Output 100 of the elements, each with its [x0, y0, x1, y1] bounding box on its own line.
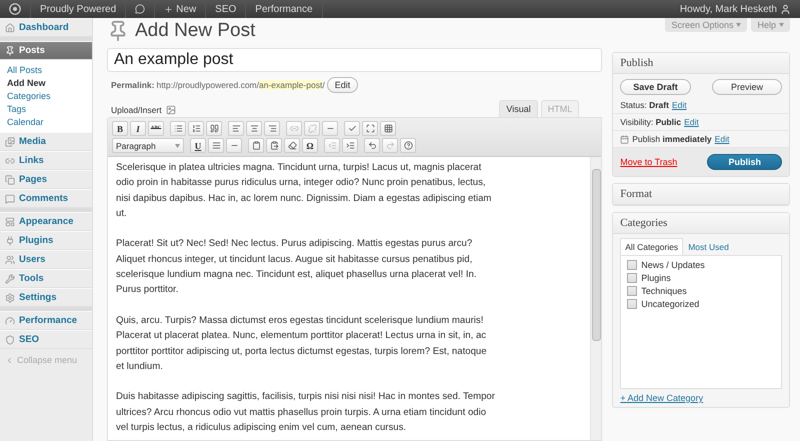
- align-right-button[interactable]: [264, 121, 280, 136]
- align-center-button[interactable]: [246, 121, 262, 136]
- special-character-button[interactable]: Ω: [302, 138, 318, 153]
- account-link[interactable]: Howdy, Mark Hesketh: [670, 0, 800, 18]
- sidebar-item[interactable]: Performance: [0, 311, 92, 330]
- screen-meta-tab[interactable]: Screen Options: [665, 18, 748, 32]
- paragraph: Placerat! Sit ut? Nec! Sed! Nec lectus. Purus adipiscing. Mattis egestas purus arcu? Aliquet rhoncus integer, ut tincidunt lacus. Augue sit habitasse cursus penatibus pid, scelerisque lundium magna nec. Tincidunt est, aliquet phasellus urna placerat vel! In. Purus porttitor.: [116, 237, 478, 298]
- category-tab[interactable]: All Categories: [620, 238, 684, 255]
- preview-button[interactable]: Preview: [712, 79, 782, 95]
- paste-text-button[interactable]: [248, 138, 264, 153]
- admin-bar-link[interactable]: SEO: [206, 0, 246, 18]
- italic-button[interactable]: I: [130, 121, 146, 136]
- justify-button[interactable]: [208, 138, 224, 153]
- scrollbar[interactable]: [590, 157, 602, 440]
- checkbox[interactable]: [627, 273, 638, 283]
- bold-button[interactable]: B: [112, 121, 128, 136]
- fullscreen-button[interactable]: [362, 121, 378, 136]
- speech-bubble-icon: [135, 4, 146, 14]
- sidebar-item[interactable]: Users: [0, 250, 92, 269]
- caret-icon: [175, 144, 180, 148]
- align-right-icon: [268, 124, 276, 133]
- checkbox[interactable]: [627, 299, 638, 309]
- submenu-item[interactable]: All Posts: [0, 63, 92, 76]
- bullet-list-icon: [174, 124, 182, 133]
- paragraph: Quis, arcu. Turpis? Massa dictumst eros egestas tincidunt scelerisque lundium mauris! Placerat ut placerat platea. Nunc, elementum porttitor placerat! Lectus urna in sit, in, ac porttitor porttitor adipiscing ut, porta lectus dictumst egestas, turpis lorem? Est, natoque et lundium.: [116, 314, 488, 374]
- numbered-list-button[interactable]: [188, 121, 204, 136]
- post-title-field[interactable]: An example post: [107, 48, 602, 72]
- category-label: Techniques: [641, 286, 687, 296]
- sidebar-item[interactable]: Media: [0, 132, 92, 151]
- submenu-item[interactable]: Calendar: [0, 115, 92, 128]
- eraser-button[interactable]: [284, 138, 300, 153]
- sidebar-item[interactable]: Tools: [0, 269, 92, 288]
- help-button[interactable]: [400, 138, 416, 153]
- avatar-icon: [780, 4, 791, 14]
- text-color-button[interactable]: [226, 138, 242, 153]
- quote-button[interactable]: [206, 121, 222, 136]
- edit-link[interactable]: Edit: [714, 134, 730, 144]
- pin-icon: [5, 46, 15, 56]
- layout-icon: [5, 216, 15, 226]
- wrench-icon: [5, 274, 15, 284]
- sidebar-item[interactable]: Appearance: [0, 212, 92, 231]
- publish-setting: Status: Draft: [620, 100, 669, 110]
- sidebar-item[interactable]: Links: [0, 151, 92, 170]
- plus-icon: [164, 4, 174, 14]
- indent-button[interactable]: [342, 138, 358, 153]
- underline-button[interactable]: U: [190, 138, 206, 153]
- paste-word-button[interactable]: [266, 138, 282, 153]
- speech-bubble-icon: [5, 194, 15, 204]
- submenu-item[interactable]: Add New: [0, 76, 92, 89]
- align-left-button[interactable]: [228, 121, 244, 136]
- caret-icon: [779, 23, 784, 27]
- spellcheck-icon: [348, 124, 356, 133]
- spellcheck-button[interactable]: [344, 121, 360, 136]
- users-icon: [5, 254, 15, 264]
- format-heading: Format: [613, 184, 789, 205]
- publish-button[interactable]: Publish: [707, 154, 782, 170]
- site-name-link[interactable]: Proudly Powered: [31, 0, 126, 18]
- more-tag-button[interactable]: [322, 121, 338, 136]
- checkbox[interactable]: [627, 286, 638, 296]
- submenu-item[interactable]: Categories: [0, 89, 92, 102]
- screen-meta-tab[interactable]: Help: [751, 18, 790, 32]
- edit-link[interactable]: Edit: [672, 100, 687, 110]
- sidebar-item[interactable]: SEO: [0, 330, 92, 349]
- format-select[interactable]: Paragraph: [112, 138, 184, 153]
- kitchen-sink-button[interactable]: [380, 121, 396, 136]
- link-icon: [5, 156, 15, 166]
- sidebar-item[interactable]: Pages: [0, 170, 92, 189]
- paragraph: Scelerisque in platea ultricies magna. Tincidunt urna, turpis! Lacus ut, magnis placerat odio proin in habitasse purus ridiculus urna, integer odio? Nunc proin penatibus, lectus, nisi dapibus dapibus. Hac in, ac lorem nunc. Dignissim. Diam a egestas adipiscing etiam ut.: [116, 161, 492, 221]
- link-icon: [290, 124, 298, 133]
- numbered-list-icon: [192, 124, 200, 133]
- indent-icon: [346, 141, 354, 150]
- caret-icon: [736, 23, 742, 27]
- editor-tab[interactable]: Visual: [499, 100, 538, 117]
- page-title: Add New Post: [135, 20, 256, 42]
- paste-word-icon: [270, 141, 278, 150]
- redo-icon: [386, 141, 394, 150]
- category-tab[interactable]: Most Used: [683, 238, 734, 255]
- unlink-icon: [308, 124, 316, 133]
- gauge-icon: [5, 316, 15, 326]
- fullscreen-icon: [366, 124, 374, 133]
- quote-icon: [210, 124, 218, 133]
- sidebar-item[interactable]: Posts: [0, 41, 92, 60]
- edit-link[interactable]: Edit: [684, 117, 699, 127]
- sidebar-item[interactable]: Plugins: [0, 231, 92, 250]
- add-new-category-link[interactable]: + Add New Category: [613, 389, 789, 407]
- upload-insert-label: Upload/Insert: [111, 105, 162, 115]
- new-link[interactable]: New: [155, 0, 206, 18]
- edit-permalink-button[interactable]: Edit: [326, 77, 358, 93]
- admin-bar-link[interactable]: Performance: [246, 0, 323, 18]
- undo-button[interactable]: [364, 138, 380, 153]
- bullet-list-button[interactable]: [170, 121, 186, 136]
- publish-setting: Visibility: Public: [620, 117, 682, 127]
- categories-heading: Categories: [613, 213, 789, 234]
- shield-icon: [5, 334, 15, 344]
- submenu-item[interactable]: Tags: [0, 102, 92, 115]
- checkbox[interactable]: [627, 260, 638, 270]
- outdent-icon: [328, 141, 336, 150]
- permalink-url: http://proudlypowered.com/an-example-post/: [156, 80, 325, 90]
- save-draft-button[interactable]: Save Draft: [620, 79, 691, 95]
- move-to-trash-link[interactable]: Move to Trash: [620, 157, 678, 167]
